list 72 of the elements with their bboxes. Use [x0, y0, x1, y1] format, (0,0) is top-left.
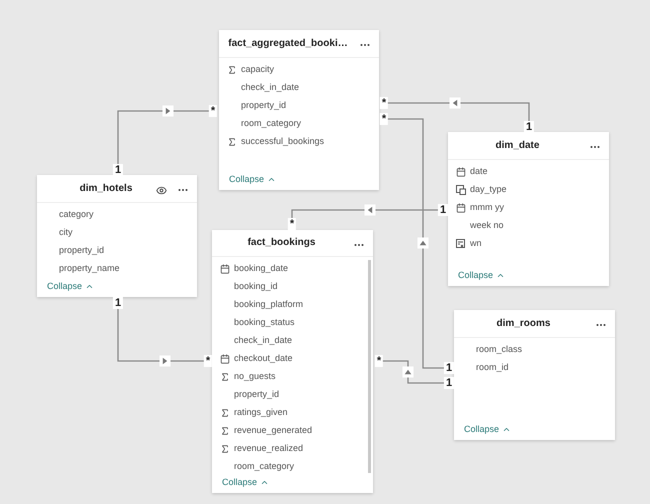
field-name[interactable]: check_in_date — [234, 334, 292, 348]
field-name[interactable]: booking_status — [234, 316, 295, 330]
direction-arrow-icon — [160, 356, 170, 366]
field-name[interactable]: property_id — [234, 388, 280, 402]
field-name[interactable]: revenue_realized — [234, 442, 304, 456]
calendar-icon — [220, 354, 230, 364]
field-name[interactable]: ratings_given — [234, 406, 288, 420]
direction-arrow-icon — [418, 238, 428, 248]
field-name[interactable]: week no — [470, 219, 504, 233]
field-name[interactable]: wn — [470, 237, 482, 251]
table-card[interactable]: dim_hotels category city property_id property_name Collapse — [37, 175, 197, 297]
direction-arrow-icon — [162, 106, 174, 116]
calculator-icon — [456, 239, 466, 249]
table-title: fact_aggregated_booki… — [228, 37, 348, 51]
field-name[interactable]: check_in_date — [241, 81, 300, 95]
collapse-button[interactable]: Collapse — [464, 422, 512, 436]
cardinality-one-label: 1 — [444, 377, 454, 389]
sigma-icon — [220, 372, 230, 382]
direction-arrow-icon — [364, 204, 376, 216]
field-name[interactable]: capacity — [241, 63, 274, 77]
field-name[interactable]: category — [59, 208, 94, 222]
table-card[interactable]: dim_date date day_type mmm yy week no wn Collapse — [448, 132, 609, 286]
calendar-icon — [456, 167, 466, 177]
scrollbar[interactable] — [368, 260, 371, 473]
cardinality-one-label: 1 — [112, 297, 124, 309]
field-name[interactable]: no_guests — [234, 370, 276, 384]
table-card[interactable]: fact_bookings booking_date booking_id booking_platform booking_status check_in_date checkout_date no_guests property_id ratings_given revenue_generated revenue_realized room_category Collapse — [212, 230, 373, 493]
sigma-icon — [227, 65, 237, 75]
field-name[interactable]: property_name — [59, 262, 120, 276]
direction-arrow-icon — [402, 366, 414, 378]
cardinality-one-label: 1 — [524, 121, 534, 133]
table-card[interactable]: dim_rooms room_class room_id Collapse — [454, 310, 615, 440]
direction-arrow-icon — [450, 98, 460, 108]
collapse-button[interactable]: Collapse — [458, 268, 506, 282]
field-name[interactable]: mmm yy — [470, 201, 504, 215]
field-name[interactable]: room_category — [234, 460, 294, 474]
field-name[interactable]: revenue_generated — [234, 424, 312, 438]
collapse-button[interactable]: Collapse — [222, 476, 270, 489]
table-title: dim_hotels — [80, 182, 132, 196]
table-title: dim_rooms — [496, 317, 550, 331]
field-name[interactable]: property_id — [59, 244, 104, 258]
cardinality-many-label: * — [208, 105, 218, 117]
field-name[interactable]: room_category — [241, 117, 302, 131]
calendar-icon — [220, 264, 230, 274]
cardinality-one-label: 1 — [112, 164, 124, 176]
field-name[interactable]: checkout_date — [234, 352, 293, 366]
field-name[interactable]: property_id — [241, 99, 286, 113]
field-name[interactable]: room_id — [476, 361, 509, 375]
cardinality-many-label: * — [204, 355, 212, 367]
cardinality-many-label: * — [374, 355, 384, 367]
collapse-button[interactable]: Collapse — [47, 280, 94, 293]
field-name[interactable]: date — [470, 165, 488, 179]
cardinality-many-label: * — [380, 113, 388, 125]
table-title: fact_bookings — [248, 236, 316, 250]
field-name[interactable]: booking_id — [234, 280, 278, 294]
cardinality-one-label: 1 — [444, 362, 454, 374]
table-title: dim_date — [496, 139, 540, 153]
sigma-icon — [227, 137, 237, 147]
table-card[interactable]: fact_aggregated_booki… capacity check_in_date property_id room_category successful_bookings Collapse — [219, 30, 379, 190]
hierarchy-icon — [456, 185, 466, 195]
calendar-icon — [456, 203, 466, 213]
eye-icon[interactable] — [156, 184, 167, 196]
collapse-button[interactable]: Collapse — [229, 172, 276, 186]
cardinality-one-label: 1 — [438, 204, 448, 216]
cardinality-many-label: * — [380, 97, 388, 109]
field-name[interactable]: successful_bookings — [241, 135, 324, 149]
field-name[interactable]: booking_date — [234, 262, 288, 276]
field-name[interactable]: city — [59, 226, 72, 240]
field-name[interactable]: day_type — [470, 183, 507, 197]
field-name[interactable]: booking_platform — [234, 298, 304, 312]
cardinality-many-label: * — [288, 218, 296, 230]
field-name[interactable]: room_class — [476, 343, 522, 357]
